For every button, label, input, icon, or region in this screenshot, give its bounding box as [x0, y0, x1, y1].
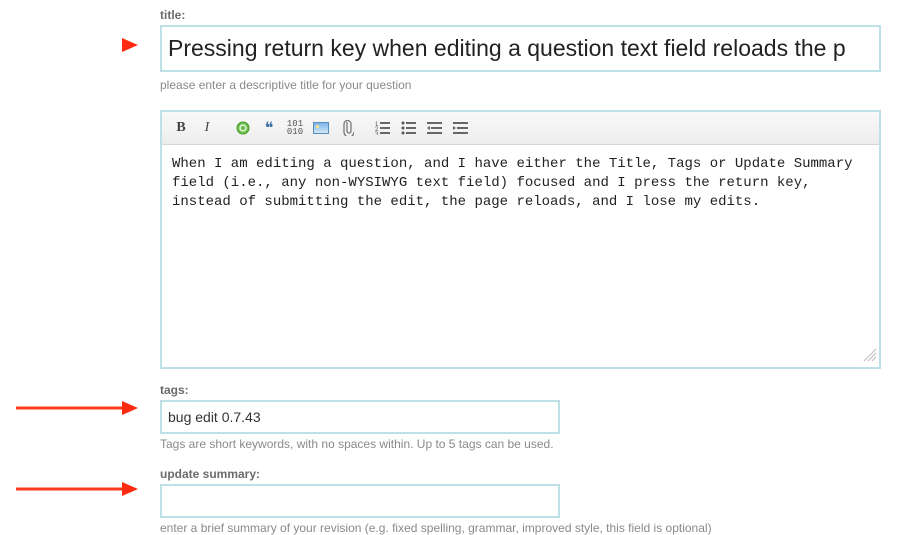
editor-toolbar: B I ❝ 101010 1 2 3 [162, 112, 879, 145]
indent-button[interactable] [448, 117, 474, 139]
tags-input-wrap [160, 400, 560, 434]
wysiwyg-editor: B I ❝ 101010 1 2 3 [160, 110, 881, 369]
title-input-wrap [160, 25, 881, 72]
italic-button[interactable]: I [194, 117, 220, 139]
outdent-button[interactable] [422, 117, 448, 139]
update-summary-input[interactable] [164, 488, 556, 514]
code-button[interactable]: 101010 [282, 117, 308, 139]
title-hint: please enter a descriptive title for you… [160, 78, 881, 92]
image-button[interactable] [308, 117, 334, 139]
link-button[interactable] [230, 117, 256, 139]
annotation-arrow-update-summary [14, 478, 140, 500]
update-summary-input-wrap [160, 484, 560, 518]
annotation-arrow-tags [14, 397, 140, 419]
tags-hint: Tags are short keywords, with no spaces … [160, 437, 881, 451]
tags-label: tags: [160, 383, 881, 397]
svg-text:3: 3 [375, 132, 379, 135]
blockquote-button[interactable]: ❝ [256, 117, 282, 139]
tags-input[interactable] [164, 404, 556, 430]
title-label: title: [160, 8, 881, 22]
resize-handle[interactable] [162, 348, 879, 367]
bold-button[interactable]: B [168, 117, 194, 139]
title-input[interactable] [164, 29, 877, 68]
update-summary-hint: enter a brief summary of your revision (… [160, 521, 881, 535]
edit-question-form: title: please enter a descriptive title … [160, 8, 881, 535]
ordered-list-button[interactable]: 1 2 3 [370, 117, 396, 139]
body-textarea[interactable] [162, 145, 879, 345]
attach-button[interactable] [334, 117, 360, 139]
annotation-arrow-title [40, 34, 140, 56]
unordered-list-button[interactable] [396, 117, 422, 139]
update-summary-label: update summary: [160, 467, 881, 481]
